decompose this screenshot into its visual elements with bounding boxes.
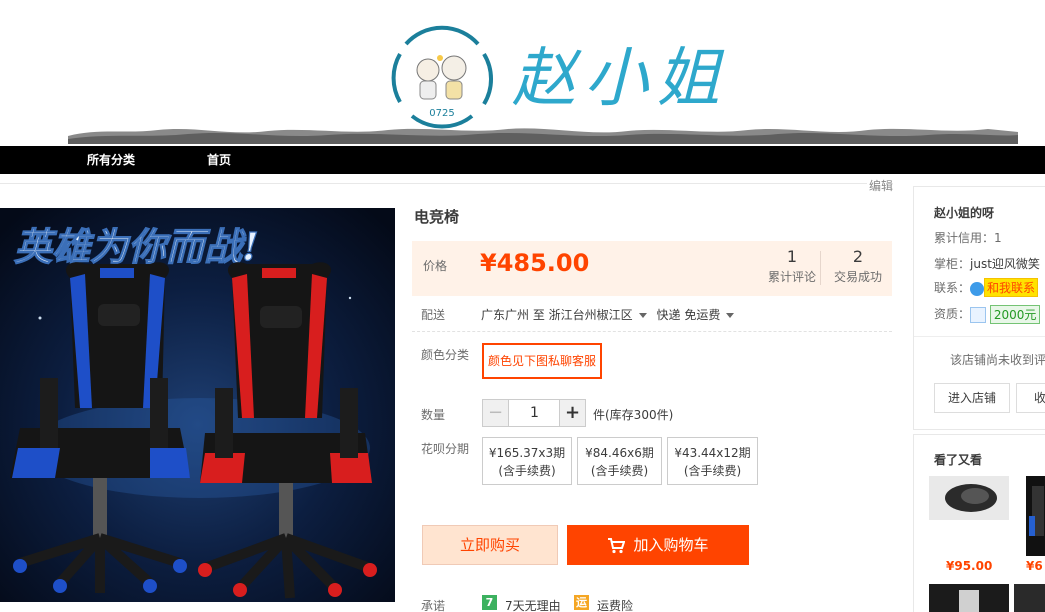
shipping-label: 配送	[421, 308, 446, 322]
keeper-name[interactable]: just迎风微笑	[970, 257, 1040, 271]
contact-seller-button[interactable]: 和我联系	[984, 278, 1039, 297]
shop-logo-text: 赵小姐	[512, 42, 728, 116]
also-viewed-price: ¥6	[1026, 559, 1043, 573]
certification-icon[interactable]	[970, 306, 987, 323]
ship-to-select[interactable]: 浙江台州椒江区	[549, 308, 653, 322]
chevron-down-icon	[638, 313, 647, 318]
quantity-label: 数量	[421, 408, 446, 422]
add-to-cart-label: 加入购物车	[633, 536, 709, 554]
color-label: 颜色分类	[421, 348, 470, 362]
favorite-shop-button[interactable]: 收藏	[1016, 383, 1045, 413]
contact-label: 联系：	[934, 281, 971, 295]
deposit-badge[interactable]: 2000元	[989, 305, 1041, 324]
installment-option-12[interactable]: ¥43.44x12期 (含手续费)	[667, 437, 758, 485]
add-to-cart-button[interactable]: 加入购物车	[567, 525, 749, 565]
cart-icon	[608, 537, 626, 553]
review-label: 累计评论	[767, 270, 816, 284]
installment-note: (含手续费)	[590, 464, 649, 478]
promise-7day[interactable]: 7天无理由	[505, 597, 561, 612]
installment-label: 花呗分期	[421, 442, 470, 456]
ship-to: 浙江台州椒江区	[548, 308, 633, 322]
seller-contact: 联系： 和我联系	[934, 278, 1039, 297]
shipping-method-select[interactable]: 快递 免运费	[657, 308, 741, 322]
quantity-increase-button[interactable]: +	[559, 399, 586, 427]
installment-amount: ¥84.46x6期	[585, 446, 654, 460]
sales-stat: 2 交易成功	[830, 246, 886, 285]
buy-now-button[interactable]: 立即购买	[422, 525, 558, 565]
product-page: 0725 赵小姐 所有分类 首页 编辑 英雄为你而战! 电竞椅 价格 ¥485.…	[0, 0, 1045, 612]
also-viewed-thumb[interactable]	[1026, 476, 1045, 556]
edit-link[interactable]: 编辑	[867, 177, 896, 194]
installment-option-3[interactable]: ¥165.37x3期 (含手续费)	[482, 437, 572, 485]
also-viewed-thumb[interactable]	[929, 584, 1009, 612]
seller-name[interactable]: 赵小姐的呀	[934, 204, 994, 221]
nav-home[interactable]: 首页	[207, 146, 231, 174]
price-box: 价格 ¥485.00 1 累计评论 2 交易成功	[412, 241, 892, 296]
ship-from: 广东广州 至	[481, 308, 545, 322]
qualification-label: 资质：	[934, 307, 971, 321]
also-viewed-thumb[interactable]	[929, 476, 1009, 520]
promise-freight[interactable]: 运费险	[597, 597, 633, 612]
quantity-input[interactable]: 1	[509, 399, 560, 427]
price-label: 价格	[423, 259, 448, 273]
stock-info: 件(库存300件)	[593, 408, 674, 422]
product-title: 电竞椅	[414, 208, 460, 226]
logo-number: 0725	[429, 108, 454, 119]
sales-label: 交易成功	[833, 270, 882, 284]
wangwang-icon	[970, 281, 985, 296]
also-viewed-title: 看了又看	[934, 453, 983, 467]
image-slogan: 英雄为你而战!	[14, 224, 259, 269]
quantity-decrease-button[interactable]: −	[482, 399, 509, 427]
review-count: 1	[786, 247, 798, 266]
shop-banner: 0725 赵小姐	[0, 0, 1045, 146]
sales-count: 2	[852, 247, 864, 266]
divider	[820, 251, 821, 285]
price-value: ¥485.00	[480, 249, 590, 277]
shop-logo-emblem: 0725	[391, 25, 494, 129]
product-main-image: 英雄为你而战!	[0, 208, 395, 602]
also-viewed-thumb[interactable]	[1014, 584, 1045, 612]
keeper-label: 掌柜：	[934, 257, 971, 271]
installment-note: (含手续费)	[498, 464, 556, 478]
installment-note: (含手续费)	[683, 464, 742, 478]
divider	[914, 336, 1045, 337]
seller-keeper: 掌柜：just迎风微笑	[934, 255, 1040, 272]
installment-amount: ¥165.37x3期	[488, 446, 566, 460]
shop-navbar: 所有分类 首页	[0, 146, 1045, 174]
chevron-down-icon	[726, 313, 735, 318]
also-viewed-price: ¥95.00	[946, 559, 993, 573]
seller-credit: 累计信用：1	[934, 231, 1002, 245]
review-stat[interactable]: 1 累计评论	[764, 246, 820, 285]
installment-amount: ¥43.44x12期	[674, 446, 751, 460]
divider	[0, 183, 893, 184]
divider	[412, 331, 892, 332]
freight-insurance-icon: 运	[574, 595, 589, 610]
shop-review-status: 该店铺尚未收到评	[950, 353, 1045, 367]
seller-qualification: 资质： 2000元	[934, 305, 1041, 324]
color-option-button[interactable]: 颜色见下图私聊客服	[482, 343, 602, 379]
nav-all-categories[interactable]: 所有分类	[87, 146, 135, 174]
shipping-method: 快递 免运费	[656, 308, 721, 322]
ink-wash-strip	[68, 128, 1018, 144]
enter-shop-button[interactable]: 进入店铺	[934, 383, 1010, 413]
shipping-info: 广东广州 至 浙江台州椒江区 快递 免运费	[481, 306, 740, 323]
installment-option-6[interactable]: ¥84.46x6期 (含手续费)	[577, 437, 662, 485]
seven-day-return-icon: 7	[482, 595, 497, 610]
promise-label: 承诺	[421, 599, 446, 612]
